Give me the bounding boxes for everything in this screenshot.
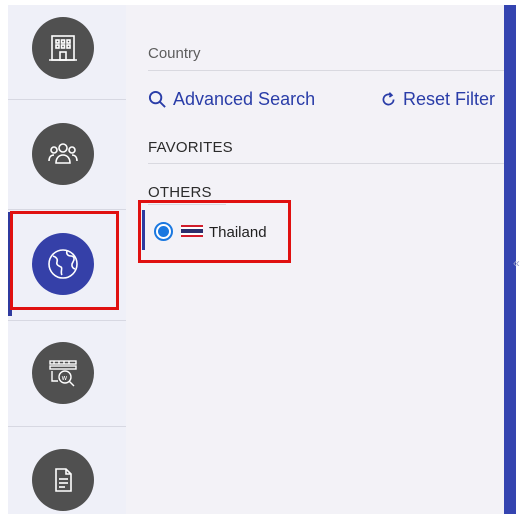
reset-filter-label: Reset Filter: [403, 89, 496, 109]
rail-item-people[interactable]: [8, 99, 126, 210]
divider: [148, 70, 504, 71]
svg-text:w: w: [62, 374, 68, 382]
rail-item-document[interactable]: [8, 426, 126, 514]
refresh-icon: [382, 92, 395, 106]
app-frame: w Country Advanced Search Reset Filter F…: [8, 5, 520, 514]
country-label: Country: [148, 45, 201, 62]
document-icon: [32, 449, 94, 511]
web-search-icon: w: [32, 342, 94, 404]
collapse-chevron-icon[interactable]: «: [513, 256, 523, 270]
sidebar-rail: w: [8, 5, 126, 514]
divider: [148, 163, 504, 164]
country-filter-panel: Country Advanced Search Reset Filter FAV…: [126, 5, 504, 514]
building-icon: [32, 17, 94, 79]
people-icon: [32, 123, 94, 185]
rail-item-buildings[interactable]: [8, 5, 126, 100]
advanced-search-label: Advanced Search: [173, 89, 316, 109]
favorites-heading: FAVORITES: [148, 139, 233, 156]
advanced-search-link[interactable]: Advanced Search: [148, 89, 315, 110]
reset-filter-link[interactable]: Reset Filter: [380, 89, 495, 110]
highlight-box-rail: [10, 211, 119, 310]
others-heading: OTHERS: [148, 184, 212, 201]
highlight-box-country: [138, 200, 291, 263]
rail-item-web-search[interactable]: w: [8, 320, 126, 427]
search-icon: [148, 90, 166, 108]
